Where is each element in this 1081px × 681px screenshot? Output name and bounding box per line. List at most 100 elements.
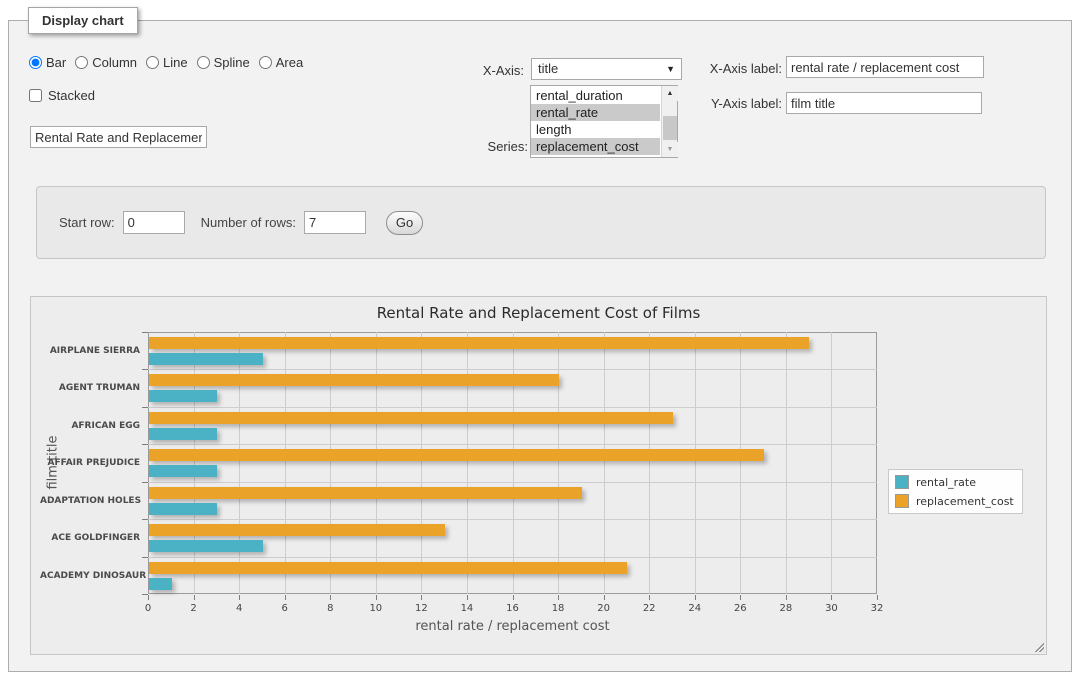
chevron-down-icon: ▼ <box>666 65 675 74</box>
series-listbox[interactable]: rental_durationrental_ratelengthreplacem… <box>530 85 678 158</box>
gridline-vertical <box>467 332 468 594</box>
x-tick <box>467 595 468 600</box>
stacked-checkbox-row[interactable]: Stacked <box>29 88 95 103</box>
radio-label: Spline <box>214 55 250 70</box>
fieldset-legend: Display chart <box>28 7 138 34</box>
legend-item-replacement_cost: replacement_cost <box>895 494 1014 508</box>
series-listbox-scrollbar[interactable]: ▲ ▼ <box>661 86 677 157</box>
radio-spline[interactable] <box>197 56 210 69</box>
scroll-up-icon[interactable]: ▲ <box>662 86 678 101</box>
gridline-horizontal <box>148 369 877 370</box>
chart-title: Rental Rate and Replacement Cost of Film… <box>31 304 1046 322</box>
chart-type-option-spline[interactable]: Spline <box>197 55 250 70</box>
start-row-input[interactable] <box>123 211 185 234</box>
radio-label: Column <box>92 55 137 70</box>
x-tick-label: 8 <box>327 603 333 614</box>
bar-rental_rate <box>149 390 217 402</box>
gridline-vertical <box>558 332 559 594</box>
x-axis-label-input[interactable] <box>786 56 984 78</box>
chart-type-option-column[interactable]: Column <box>75 55 137 70</box>
gridline-horizontal <box>148 444 877 445</box>
bar-replacement_cost <box>149 524 445 536</box>
scroll-down-icon[interactable]: ▼ <box>662 142 678 157</box>
bar-rental_rate <box>149 540 263 552</box>
radio-bar[interactable] <box>29 56 42 69</box>
bar-rental_rate <box>149 428 217 440</box>
x-tick <box>148 595 149 600</box>
category-label: ACADEMY DINOSAUR <box>40 571 140 581</box>
radio-line[interactable] <box>146 56 159 69</box>
legend-label: rental_rate <box>916 476 976 489</box>
chart-type-group: Bar Column Line Spline Area <box>29 55 303 70</box>
x-tick-label: 10 <box>369 603 382 614</box>
chart-legend: rental_rate replacement_cost <box>888 469 1023 514</box>
radio-column[interactable] <box>75 56 88 69</box>
x-tick <box>239 595 240 600</box>
gridline-vertical <box>513 332 514 594</box>
resize-grip-icon[interactable] <box>1033 641 1044 652</box>
category-label: AFFAIR PREJUDICE <box>40 458 140 468</box>
bar-replacement_cost <box>149 374 559 386</box>
x-tick-label: 16 <box>506 603 519 614</box>
y-tick <box>142 482 148 483</box>
category-label: AFRICAN EGG <box>40 421 140 431</box>
go-button[interactable]: Go <box>386 211 423 235</box>
y-tick <box>142 557 148 558</box>
category-label: ADAPTATION HOLES <box>40 496 140 506</box>
x-tick-label: 20 <box>597 603 610 614</box>
y-tick <box>142 407 148 408</box>
gridline-horizontal <box>148 519 877 520</box>
stacked-label: Stacked <box>48 88 95 103</box>
x-axis-label-field-label: X-Axis label: <box>696 61 782 76</box>
gridline-vertical <box>330 332 331 594</box>
chart-title-input[interactable] <box>30 126 207 148</box>
x-tick <box>877 595 878 600</box>
x-tick-label: 14 <box>461 603 474 614</box>
gridline-horizontal <box>148 407 877 408</box>
legend-swatch-replacement_cost <box>895 494 909 508</box>
chart-type-option-line[interactable]: Line <box>146 55 188 70</box>
x-tick <box>330 595 331 600</box>
x-axis-select-label: X-Axis: <box>470 63 524 78</box>
x-tick <box>285 595 286 600</box>
bar-replacement_cost <box>149 337 809 349</box>
series-option-rental_rate[interactable]: rental_rate <box>531 104 660 121</box>
x-tick-label: 6 <box>282 603 288 614</box>
x-tick-label: 26 <box>734 603 747 614</box>
y-tick <box>142 332 148 333</box>
legend-item-rental_rate: rental_rate <box>895 475 1014 489</box>
x-tick-label: 24 <box>688 603 701 614</box>
series-option-rental_duration[interactable]: rental_duration <box>531 87 660 104</box>
series-option-replacement_cost[interactable]: replacement_cost <box>531 138 660 155</box>
gridline-vertical <box>831 332 832 594</box>
x-tick <box>831 595 832 600</box>
x-tick <box>740 595 741 600</box>
gridline-vertical <box>740 332 741 594</box>
num-rows-input[interactable] <box>304 211 366 234</box>
x-tick-label: 32 <box>871 603 884 614</box>
bar-rental_rate <box>149 578 172 590</box>
radio-area[interactable] <box>259 56 272 69</box>
legend-label: replacement_cost <box>916 495 1014 508</box>
series-option-length[interactable]: length <box>531 121 660 138</box>
scrollbar-thumb[interactable] <box>663 116 677 140</box>
y-tick <box>142 444 148 445</box>
bar-rental_rate <box>149 353 263 365</box>
x-axis-selected-value: title <box>538 61 558 76</box>
chart-type-option-bar[interactable]: Bar <box>29 55 66 70</box>
y-axis-label-input[interactable] <box>786 92 982 114</box>
bar-rental_rate <box>149 465 217 477</box>
category-label: AIRPLANE SIERRA <box>40 346 140 356</box>
gridline-vertical <box>695 332 696 594</box>
radio-label: Bar <box>46 55 66 70</box>
x-tick <box>695 595 696 600</box>
x-tick <box>786 595 787 600</box>
row-range-panel: Start row: Number of rows: Go <box>36 186 1046 259</box>
gridline-vertical <box>239 332 240 594</box>
x-tick-label: 4 <box>236 603 242 614</box>
chart-type-option-area[interactable]: Area <box>259 55 303 70</box>
x-axis-select[interactable]: title ▼ <box>531 58 682 80</box>
stacked-checkbox[interactable] <box>29 89 42 102</box>
category-label: ACE GOLDFINGER <box>40 533 140 543</box>
gridline-vertical <box>194 332 195 594</box>
